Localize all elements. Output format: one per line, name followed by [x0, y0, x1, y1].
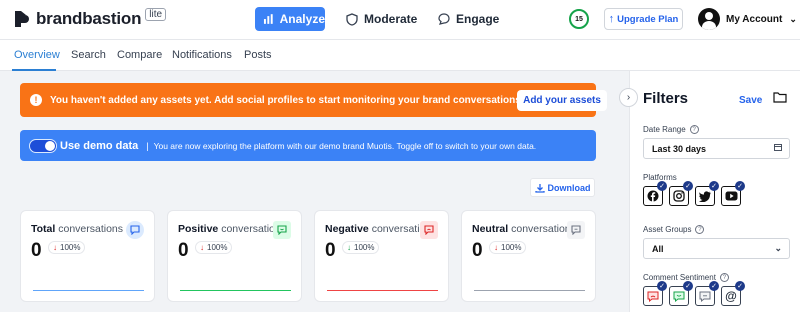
trend-line: [33, 290, 144, 291]
demo-data-toggle[interactable]: [29, 138, 57, 153]
plan-tier-badge: lite: [145, 7, 167, 21]
tab-posts[interactable]: Posts: [244, 49, 272, 61]
brand-logo[interactable]: brandbastion lite: [12, 7, 167, 30]
help-icon[interactable]: ?: [719, 273, 729, 282]
positive-chat-icon: [273, 221, 291, 239]
analyze-nav-button[interactable]: Analyze: [255, 7, 325, 31]
date-range-select[interactable]: Last 30 days: [643, 138, 790, 159]
user-avatar-icon: [698, 8, 720, 30]
card-value: 0: [472, 240, 483, 261]
add-assets-button[interactable]: Add your assets: [517, 90, 607, 111]
negative-conversations-card[interactable]: Negative conversations 0 ↓ 100%: [314, 210, 449, 302]
change-badge: ↓ 100%: [489, 241, 527, 254]
shield-icon: [346, 12, 358, 26]
tab-overview[interactable]: Overview: [14, 49, 60, 61]
total-conversations-card[interactable]: Total conversations 0 ↓ 100%: [20, 210, 155, 302]
top-bar: brandbastion lite Analyze Moderate Engag…: [0, 0, 800, 40]
calendar-icon: [774, 143, 782, 153]
engage-label: Engage: [456, 12, 500, 26]
change-badge: ↓ 100%: [195, 241, 233, 254]
download-icon: [534, 183, 545, 193]
moderate-nav-button[interactable]: Moderate: [346, 7, 417, 31]
change-badge: ↓ 100%: [342, 241, 380, 254]
asset-groups-select[interactable]: All ⌄: [643, 238, 790, 259]
upgrade-plan-button[interactable]: ↑ Upgrade Plan: [604, 8, 683, 30]
no-assets-alert: ! You haven't added any assets yet. Add …: [20, 83, 607, 117]
chevron-down-icon: ⌄: [789, 13, 797, 24]
trend-line: [474, 290, 585, 291]
check-icon: ✓: [735, 281, 745, 291]
check-icon: ✓: [683, 181, 693, 191]
arrow-up-icon: ↑: [608, 13, 615, 25]
moderate-label: Moderate: [364, 12, 418, 26]
filters-panel: Filters Save Date Range? Last 30 days Pl…: [629, 71, 800, 312]
card-value: 0: [178, 240, 189, 261]
neutral-conversations-card[interactable]: Neutral conversations 0 ↓ 100%: [461, 210, 596, 302]
alert-info-icon: !: [30, 94, 42, 106]
brand-name: brandbastion: [36, 9, 142, 28]
sub-navigation: Overview Search Compare Notifications Po…: [0, 40, 800, 71]
check-icon: ✓: [735, 181, 745, 191]
bar-chart-icon: [263, 13, 273, 24]
chevron-right-icon: ›: [626, 92, 631, 103]
arrow-down-icon: ↓: [494, 243, 498, 252]
upgrade-label: Upgrade Plan: [617, 13, 679, 25]
tab-notifications[interactable]: Notifications: [172, 49, 232, 61]
card-value: 0: [31, 240, 42, 261]
engage-nav-button[interactable]: Engage: [438, 7, 499, 31]
brandbastion-logo-icon: [15, 11, 29, 27]
account-menu[interactable]: My Account ⌄: [698, 7, 797, 31]
change-badge: ↓ 100%: [48, 241, 86, 254]
tab-search[interactable]: Search: [71, 49, 106, 61]
arrow-up-icon: ↓: [347, 243, 351, 252]
arrow-down-icon: ↓: [53, 243, 57, 252]
check-icon: ✓: [657, 281, 667, 291]
card-title: Neutral conversations: [472, 223, 576, 235]
save-filters-button[interactable]: Save: [739, 95, 762, 106]
trend-line: [180, 290, 291, 291]
check-icon: ✓: [709, 281, 719, 291]
date-range-label: Date Range?: [643, 125, 699, 134]
filters-title: Filters: [643, 90, 689, 107]
check-icon: ✓: [709, 181, 719, 191]
demo-separator: |: [146, 140, 149, 151]
neutral-chat-icon: [567, 221, 585, 239]
demo-data-label: Use demo data: [60, 139, 139, 152]
folder-icon[interactable]: [773, 91, 787, 103]
demo-description: You are now exploring the platform with …: [153, 140, 537, 151]
chat-bubble-icon: [438, 13, 450, 25]
account-label: My Account: [726, 13, 783, 25]
help-icon[interactable]: ?: [689, 125, 699, 134]
credits-indicator[interactable]: 15: [569, 9, 589, 29]
download-label: Download: [547, 182, 591, 193]
active-tab-indicator: [12, 69, 56, 71]
positive-conversations-card[interactable]: Positive conversations 0 ↓ 100%: [167, 210, 302, 302]
help-icon[interactable]: ?: [695, 225, 705, 234]
alert-message: You haven't added any assets yet. Add so…: [50, 94, 524, 106]
arrow-down-icon: ↓: [200, 243, 204, 252]
negative-chat-icon: [420, 221, 438, 239]
analyze-label: Analyze: [279, 12, 325, 26]
check-icon: ✓: [683, 281, 693, 291]
trend-line: [327, 290, 438, 291]
card-title: Total conversations: [31, 223, 124, 235]
collapse-panel-button[interactable]: ›: [619, 88, 638, 107]
card-value: 0: [325, 240, 336, 261]
card-title: Positive conversations: [178, 223, 286, 235]
check-icon: ✓: [657, 181, 667, 191]
chevron-down-icon: ⌄: [774, 243, 782, 253]
demo-data-banner: Use demo data | You are now exploring th…: [20, 130, 596, 161]
chat-icon: [126, 221, 144, 239]
asset-groups-label: Asset Groups?: [643, 225, 705, 234]
tab-compare[interactable]: Compare: [117, 49, 162, 61]
download-button[interactable]: Download: [530, 178, 595, 197]
